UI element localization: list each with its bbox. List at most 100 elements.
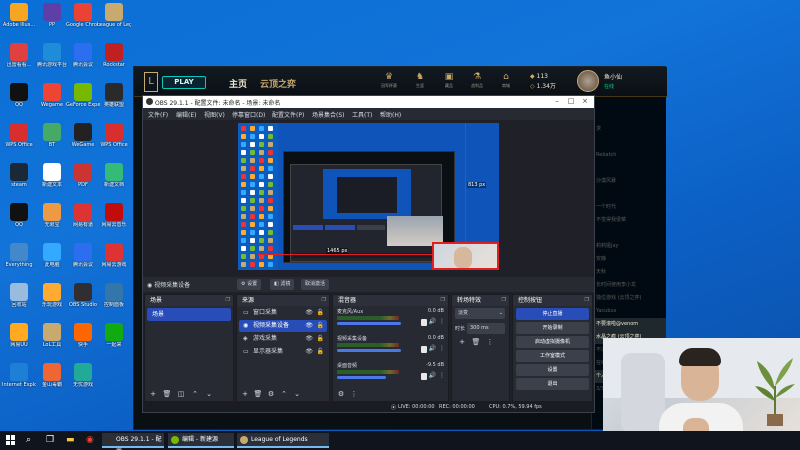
maximize-icon[interactable]: □ <box>564 97 578 105</box>
friend-row[interactable]: 求 <box>592 123 666 136</box>
volume-slider-handle[interactable] <box>421 346 427 353</box>
menu-item[interactable]: 场景集合(S) <box>312 110 345 119</box>
advanced-audio-icon[interactable]: ⚙ <box>336 390 346 399</box>
play-button[interactable]: PLAY <box>162 76 206 89</box>
desktop-shortcut[interactable]: PP <box>35 3 69 28</box>
desktop-shortcut[interactable]: 乐玩游戏 <box>35 283 69 308</box>
more-options-icon[interactable]: ⋮ <box>439 318 445 325</box>
more-options-icon[interactable]: ⋮ <box>439 345 445 352</box>
more-options-icon[interactable]: ⋮ <box>439 372 445 379</box>
lock-icon[interactable]: 🔓 <box>317 320 324 332</box>
taskbar-window[interactable]: 编辑 - 新建源 <box>168 433 234 448</box>
desktop-shortcut[interactable]: 此电脑 <box>35 243 69 268</box>
desktop-shortcut[interactable]: 控制面板 <box>97 283 131 308</box>
transition-menu-icon[interactable]: ⋮ <box>485 338 495 347</box>
nav-tft[interactable]: 云顶之弈 <box>260 77 296 90</box>
desktop-shortcut[interactable]: BT <box>35 123 69 148</box>
lol-logo[interactable]: L <box>144 72 158 92</box>
menu-item[interactable]: 视图(V) <box>204 110 225 119</box>
delete-source-icon[interactable]: 🗑 <box>253 390 263 399</box>
friend-row[interactable]: Rebatch <box>592 149 666 162</box>
desktop-shortcut[interactable]: 金山毒霸 <box>35 363 69 388</box>
delete-transition-icon[interactable]: 🗑 <box>471 338 481 347</box>
volume-slider[interactable] <box>337 376 386 379</box>
source-settings-icon[interactable]: ⚙ <box>266 390 276 399</box>
desktop-shortcut[interactable]: WeGame <box>66 123 100 148</box>
desktop-shortcut[interactable]: League of Legends <box>97 3 131 28</box>
visibility-eye-icon[interactable]: 👁 <box>305 333 313 345</box>
transition-type-select[interactable]: 淡变 ⌄ <box>455 308 505 319</box>
chrome-icon[interactable]: ◉ <box>86 434 94 447</box>
desktop-shortcut[interactable]: 网易UU <box>2 323 36 348</box>
desktop-shortcut[interactable]: 网易云游戏 <box>97 243 131 268</box>
desktop-shortcut[interactable]: 回收站 <box>2 283 36 308</box>
nav-collection[interactable]: ▣ 藏品 <box>438 71 460 89</box>
friend-row[interactable]: 沙漠风暴 <box>592 175 666 188</box>
desktop-shortcut[interactable]: WPS Office <box>97 123 131 148</box>
move-down-icon[interactable]: ⌄ <box>204 390 214 399</box>
visibility-eye-icon[interactable]: 👁 <box>305 320 313 332</box>
desktop-shortcut[interactable]: 网易云音乐 <box>97 203 131 228</box>
friend-row[interactable]: 安静 <box>592 253 666 266</box>
friend-row[interactable]: 不要滚啦@venom <box>592 318 666 331</box>
friend-row[interactable]: 不觉得我很菜 <box>592 214 666 227</box>
dock-undock-icon[interactable]: ❐ <box>322 295 326 306</box>
task-view-icon[interactable]: ❒ <box>46 434 54 447</box>
visibility-eye-icon[interactable]: 👁 <box>305 346 313 358</box>
desktop-shortcut[interactable]: 新建文本 <box>35 163 69 188</box>
menu-item[interactable]: 帮助(H) <box>380 110 401 119</box>
desktop-shortcut[interactable]: 新建文档 <box>97 163 131 188</box>
friend-row[interactable] <box>592 97 666 110</box>
desktop-shortcut[interactable]: Google Chrome <box>66 3 100 28</box>
lock-icon[interactable]: 🔓 <box>317 346 324 358</box>
source-deactivate-button[interactable]: 取消激活 <box>301 279 330 290</box>
volume-slider-handle[interactable] <box>421 373 427 380</box>
nav-store[interactable]: ⌂ 商城 <box>495 71 517 89</box>
friend-row[interactable] <box>592 162 666 175</box>
desktop-shortcut[interactable]: steam <box>2 163 36 188</box>
control-button[interactable]: 设置 <box>516 364 589 376</box>
friend-row[interactable] <box>592 188 666 201</box>
search-icon[interactable]: ⌕ <box>26 434 31 447</box>
windows-start-icon[interactable] <box>6 435 16 445</box>
source-item[interactable]: ◈ 游戏采集 👁 🔓 <box>239 333 327 345</box>
source-filters-button[interactable]: ◧ 滤镜 <box>270 279 295 290</box>
scene-item[interactable]: 场景 <box>147 308 231 321</box>
lock-icon[interactable]: 🔓 <box>317 307 324 319</box>
move-up-icon[interactable]: ⌃ <box>190 390 200 399</box>
control-button[interactable]: 退出 <box>516 378 589 390</box>
preview-canvas[interactable]: 813 px 1465 px <box>238 123 499 270</box>
currency-display[interactable]: ◆ 113 ◇ 1.34万 <box>530 72 556 92</box>
add-scene-icon[interactable]: + <box>148 390 158 399</box>
friend-row[interactable]: 一个时代 <box>592 201 666 214</box>
nav-loot[interactable]: ⚗ 战利品 <box>466 71 488 89</box>
friend-row[interactable]: 长时间使用李小龙 <box>592 279 666 292</box>
desktop-shortcut[interactable]: GeForce Experience <box>66 83 100 108</box>
speaker-icon[interactable]: 🔊 <box>429 372 436 379</box>
add-transition-icon[interactable]: + <box>457 338 467 347</box>
desktop-shortcut[interactable]: Rockstar <box>97 43 131 68</box>
desktop-shortcut[interactable]: Internet Explorer <box>2 363 36 388</box>
menu-item[interactable]: 停靠窗口(D) <box>232 110 265 119</box>
friend-row[interactable] <box>592 227 666 240</box>
mixer-menu-icon[interactable]: ⋮ <box>349 390 359 399</box>
desktop-shortcut[interactable]: PDF <box>66 163 100 188</box>
visibility-eye-icon[interactable]: 👁 <box>305 307 313 319</box>
nav-champion[interactable]: ♞ 生涯 <box>409 71 431 89</box>
dock-undock-icon[interactable]: ❐ <box>585 295 589 306</box>
source-item[interactable]: ▭ 窗口采集 👁 🔓 <box>239 307 327 319</box>
taskbar-window[interactable]: League of Legends <box>237 433 329 448</box>
delete-scene-icon[interactable]: 🗑 <box>162 390 172 399</box>
minimize-icon[interactable]: – <box>550 97 564 105</box>
scene-filter-icon[interactable]: ◫ <box>176 390 186 399</box>
desktop-shortcut[interactable]: 迅雷看看... <box>2 43 36 68</box>
desktop-shortcut[interactable]: Adobe Illus... <box>2 3 36 28</box>
desktop-shortcut[interactable]: 腾讯会议 <box>66 243 100 268</box>
speaker-icon[interactable]: 🔊 <box>429 345 436 352</box>
control-button[interactable]: 启动虚拟摄像机 <box>516 336 589 348</box>
friend-row[interactable] <box>592 110 666 123</box>
speaker-icon[interactable]: 🔊 <box>429 318 436 325</box>
desktop-shortcut[interactable]: WPS Office <box>2 123 36 148</box>
move-down-icon[interactable]: ⌄ <box>292 390 302 399</box>
file-explorer-icon[interactable]: ▬ <box>66 434 75 447</box>
